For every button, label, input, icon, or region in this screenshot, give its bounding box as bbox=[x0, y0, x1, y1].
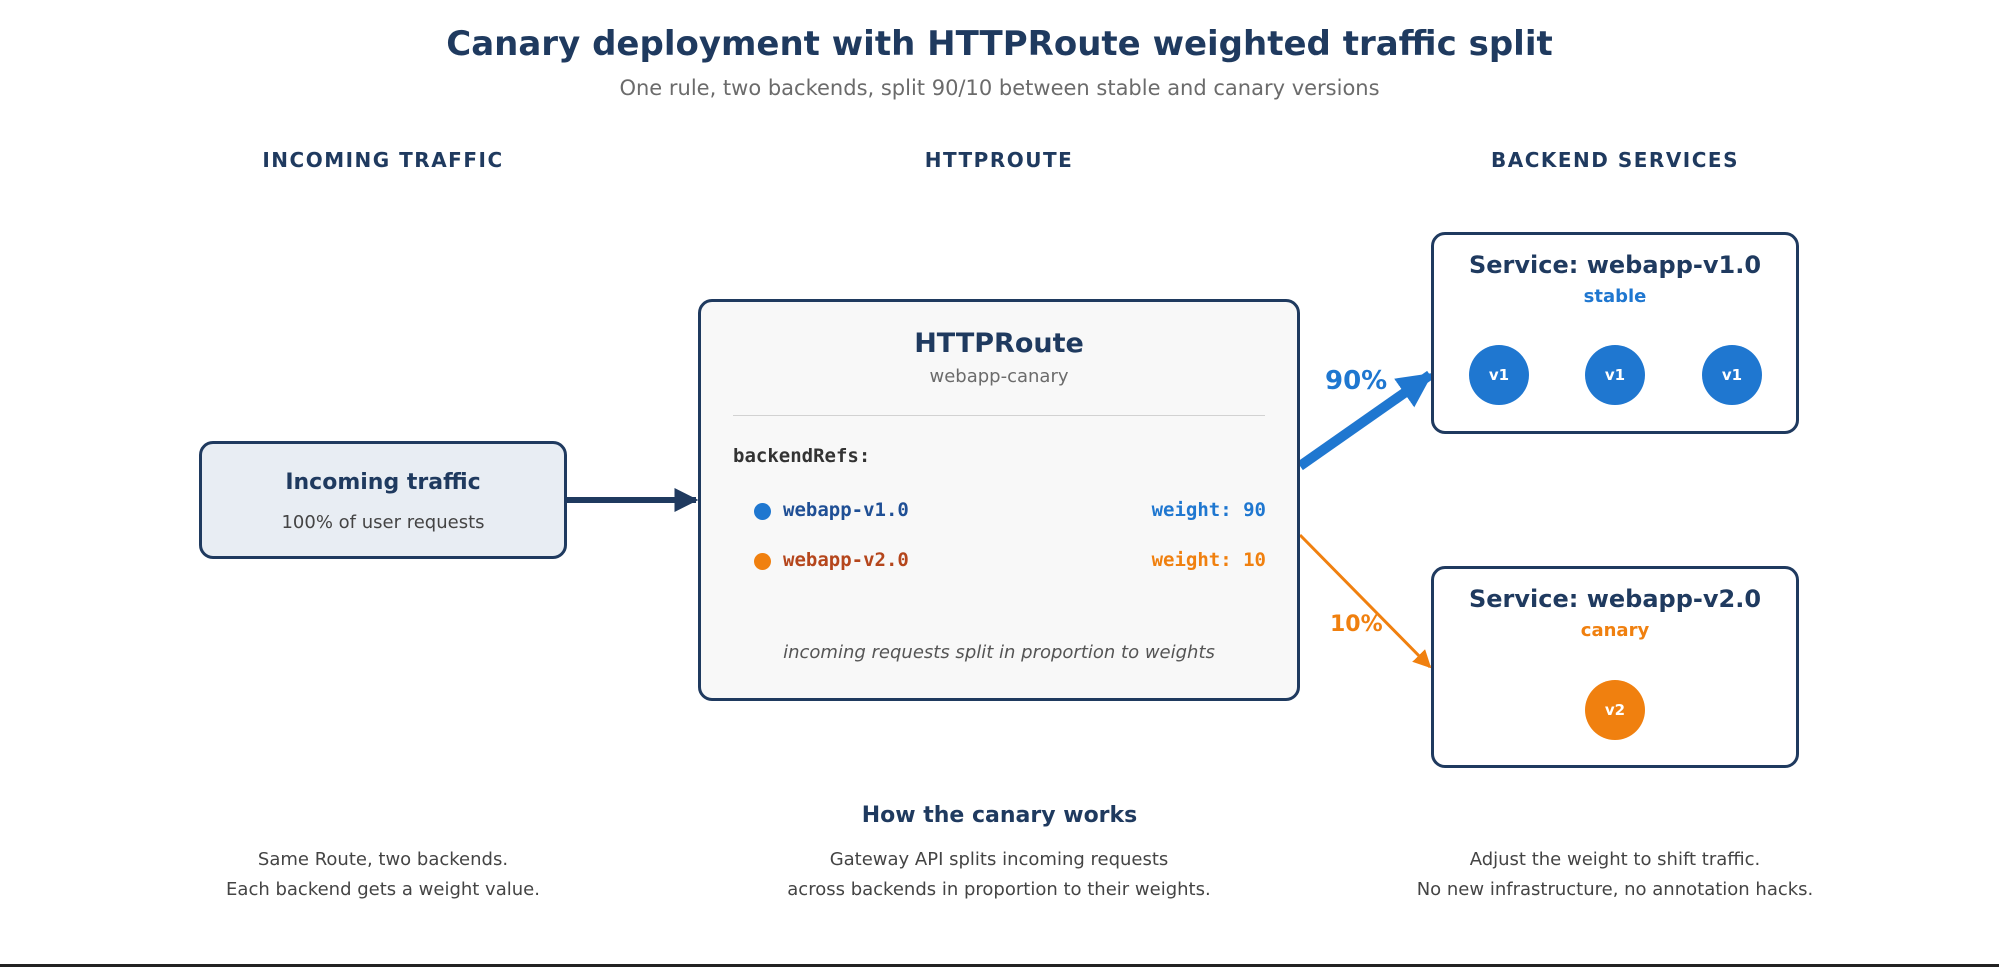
incoming-traffic-box bbox=[199, 441, 567, 559]
service-tag-canary: canary bbox=[1580, 620, 1650, 641]
pod-v1-1: v1 bbox=[1469, 345, 1529, 405]
httproute-note: incoming requests split in proportion to… bbox=[783, 642, 1215, 663]
httproute-name: webapp-canary bbox=[929, 366, 1069, 387]
how-it-works-title: How the canary works bbox=[861, 803, 1138, 828]
how-note-left-line1: Same Route, two backends. bbox=[257, 849, 509, 870]
backendrefs-label: backendRefs: bbox=[733, 445, 871, 467]
backend-ref-dot-v2 bbox=[754, 553, 771, 570]
canary-percentage-label: 10% bbox=[1330, 612, 1383, 637]
pod-v1-2: v1 bbox=[1585, 345, 1645, 405]
backend-ref-weight-v2: weight: 10 bbox=[1151, 549, 1266, 571]
httproute-divider bbox=[733, 415, 1265, 416]
backend-ref-dot-v1 bbox=[754, 503, 771, 520]
how-note-left: Same Route, two backends. Each backend g… bbox=[103, 845, 663, 905]
how-note-left-line2: Each backend gets a weight value. bbox=[226, 879, 540, 900]
httproute-title: HTTPRoute bbox=[914, 328, 1084, 359]
how-note-right: Adjust the weight to shift traffic. No n… bbox=[1335, 845, 1895, 905]
backend-ref-name-v1: webapp-v1.0 bbox=[783, 499, 909, 521]
backend-ref-weight-v1: weight: 90 bbox=[1151, 499, 1266, 521]
incoming-traffic-title: Incoming traffic bbox=[285, 470, 481, 495]
backend-ref-name-v2: webapp-v2.0 bbox=[783, 549, 909, 571]
service-title-canary: Service: webapp-v2.0 bbox=[1468, 585, 1762, 613]
service-title-stable: Service: webapp-v1.0 bbox=[1468, 251, 1762, 279]
pod-v1-3: v1 bbox=[1702, 345, 1762, 405]
canary-traffic-arrow bbox=[1298, 533, 1432, 669]
stable-percentage-label: 90% bbox=[1325, 366, 1388, 396]
how-note-middle: Gateway API splits incoming requests acr… bbox=[719, 845, 1279, 905]
pod-v2-1: v2 bbox=[1585, 680, 1645, 740]
service-tag-stable: stable bbox=[1583, 286, 1647, 307]
how-note-middle-line1: Gateway API splits incoming requests bbox=[829, 849, 1169, 870]
how-note-middle-line2: across backends in proportion to their w… bbox=[787, 879, 1211, 900]
how-note-right-line1: Adjust the weight to shift traffic. bbox=[1469, 849, 1761, 870]
incoming-traffic-subtitle: 100% of user requests bbox=[281, 512, 485, 533]
how-note-right-line2: No new infrastructure, no annotation hac… bbox=[1416, 879, 1814, 900]
